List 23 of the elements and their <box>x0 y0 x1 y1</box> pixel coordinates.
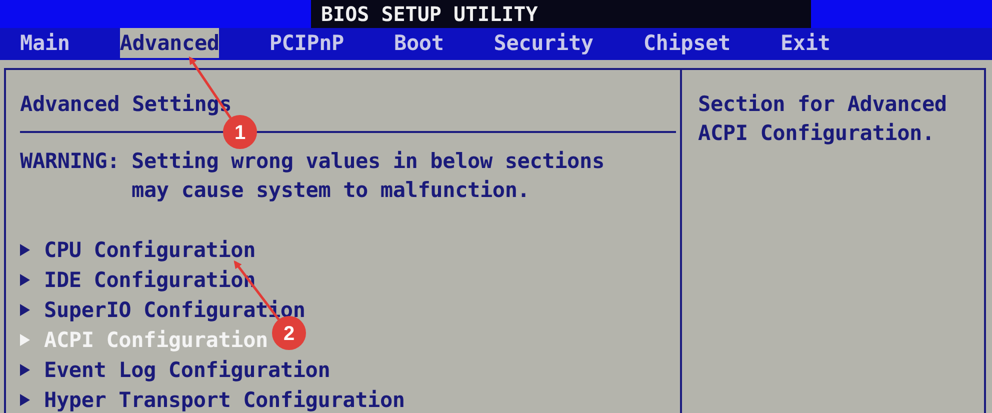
triangle-icon <box>20 364 30 376</box>
menu-tab[interactable]: Exit <box>780 28 830 58</box>
menu-tab[interactable]: Advanced <box>120 28 220 58</box>
menu-item[interactable]: CPU Configuration <box>44 236 256 264</box>
step-number: 1 <box>234 122 246 144</box>
menu-item[interactable]: Event Log Configuration <box>44 356 330 384</box>
warning-label: WARNING: <box>20 148 120 175</box>
triangle-icon <box>20 244 30 256</box>
triangle-icon <box>20 394 30 406</box>
triangle-icon <box>20 304 30 316</box>
help-text: Section for Advanced ACPI Configuration. <box>698 91 948 147</box>
menu-tab[interactable]: PCIPnP <box>269 28 344 58</box>
warning-text: Setting wrong values in below sections may cause system to malfunction. <box>132 148 606 204</box>
step-badge <box>223 115 257 149</box>
triangle-icon <box>20 274 30 286</box>
menu-tab[interactable]: Main <box>20 28 70 58</box>
step-number: 2 <box>283 323 295 345</box>
menu-tab[interactable]: Boot <box>394 28 444 58</box>
window-title: BIOS SETUP UTILITY <box>320 2 538 26</box>
triangle-icon <box>20 334 30 346</box>
menu-tab[interactable]: Chipset <box>643 28 730 58</box>
menu-item[interactable]: Hyper Transport Configuration <box>44 386 405 413</box>
menu-tab[interactable]: Security <box>494 28 594 58</box>
